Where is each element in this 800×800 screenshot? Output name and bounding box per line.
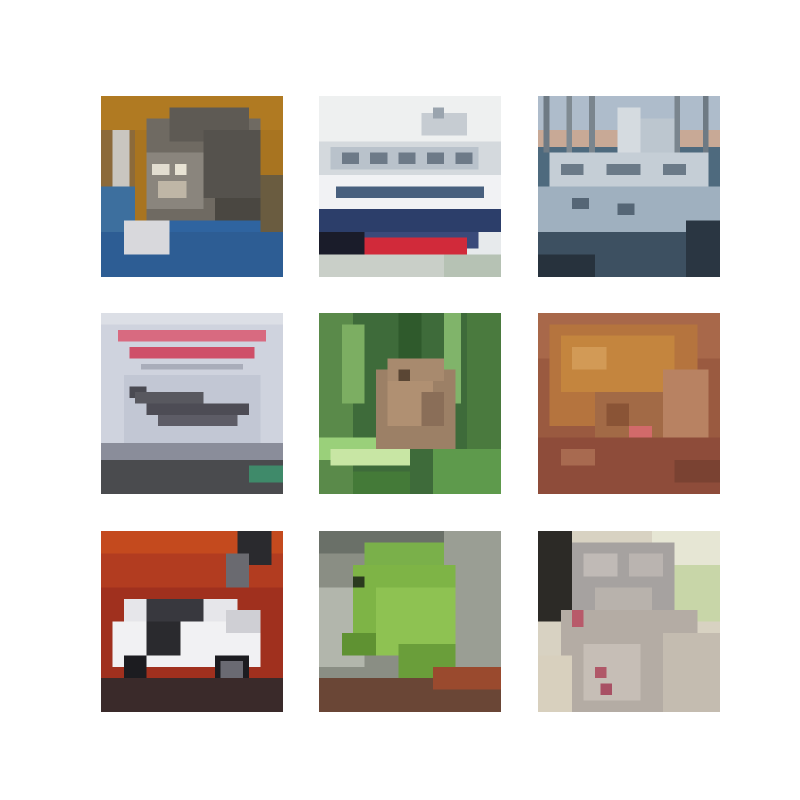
frog-image <box>319 313 501 494</box>
image-tile-ship <box>538 96 720 277</box>
image-tile-frog <box>319 313 501 494</box>
ship-image <box>538 96 720 277</box>
ship-image <box>319 96 501 277</box>
image-tile-ship <box>319 96 501 277</box>
automobile-image <box>101 531 283 712</box>
image-tile-automobile <box>101 531 283 712</box>
image-tile-frog <box>319 531 501 712</box>
cat-image <box>538 531 720 712</box>
image-tile-frog <box>538 313 720 494</box>
image-tile-airplane <box>101 313 283 494</box>
frog-image <box>538 313 720 494</box>
image-tile-cat <box>538 531 720 712</box>
cat-image <box>101 96 283 277</box>
airplane-image <box>101 313 283 494</box>
frog-image <box>319 531 501 712</box>
image-tile-cat <box>101 96 283 277</box>
